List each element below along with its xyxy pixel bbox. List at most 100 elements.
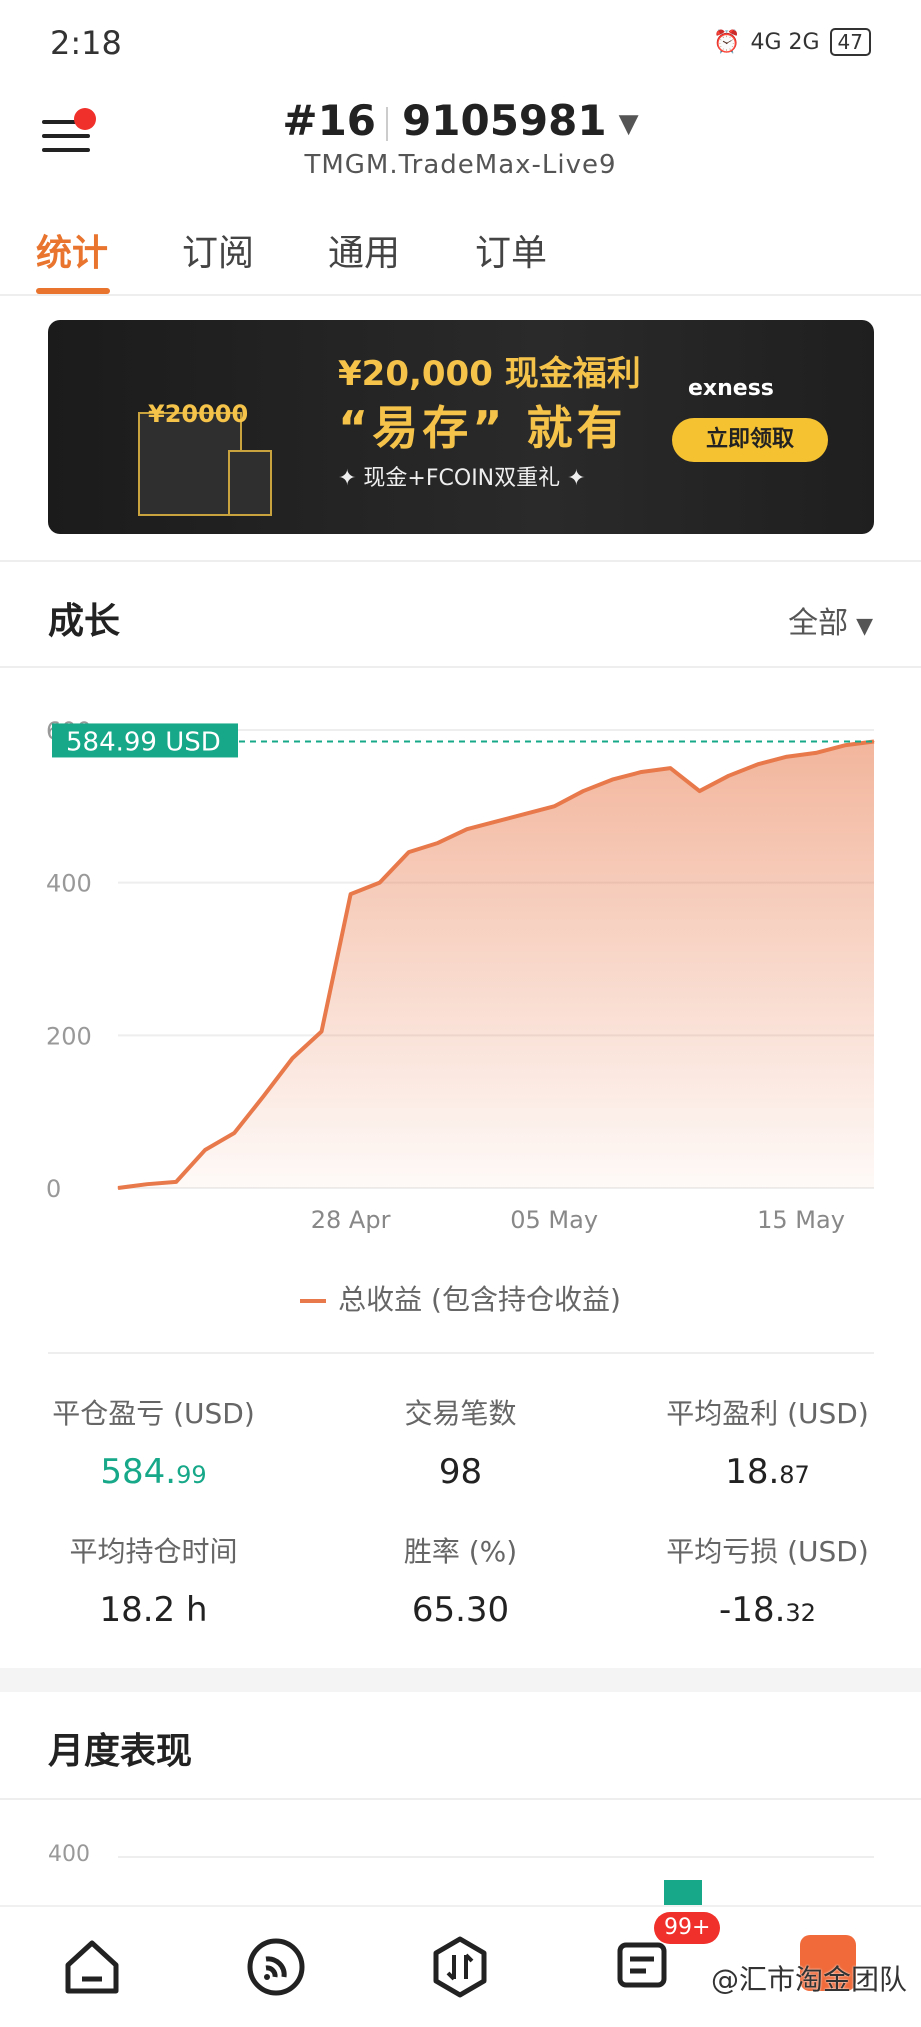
chart-point bbox=[728, 775, 730, 777]
legend-label: 总收益 (包含持仓收益) bbox=[338, 1283, 621, 1316]
account-prefix: #16 bbox=[282, 96, 377, 145]
battery-icon: 47 bbox=[829, 28, 871, 56]
tab-orders[interactable]: 订单 bbox=[475, 224, 547, 276]
chart-point bbox=[582, 790, 584, 792]
chart-point bbox=[291, 1057, 293, 1059]
growth-title: 成长 bbox=[48, 601, 121, 642]
exness-logo: exness bbox=[688, 376, 774, 401]
promo-banner[interactable]: ¥20000 ¥20,000 现金福利 “易存” 就有 ✦ 现金+FCOIN双重… bbox=[48, 320, 874, 534]
stat-value: 584.99 bbox=[0, 1452, 307, 1492]
stat-value-main: 65.30 bbox=[411, 1590, 510, 1630]
chart-point bbox=[204, 1149, 206, 1151]
chart-area bbox=[118, 741, 874, 1188]
divider bbox=[0, 560, 921, 562]
stat-item: 平均盈利 (USD) 18.87 bbox=[614, 1392, 921, 1492]
range-filter-label: 全部 bbox=[788, 606, 849, 641]
chart-point bbox=[321, 1031, 323, 1033]
signal-icon: 4G 2G bbox=[750, 29, 820, 55]
chart-point bbox=[379, 882, 381, 884]
banner-headline: “易存” 就有 bbox=[338, 401, 627, 455]
message-badge: 99+ bbox=[654, 1912, 721, 1944]
stat-value: -18.32 bbox=[614, 1590, 921, 1630]
account-number: 9105981 bbox=[402, 96, 607, 145]
active-tab-indicator bbox=[36, 288, 110, 294]
stat-label: 平均盈利 (USD) bbox=[666, 1397, 869, 1430]
stat-value: 98 bbox=[307, 1452, 614, 1492]
chart-point bbox=[844, 744, 846, 746]
tab-general[interactable]: 通用 bbox=[328, 224, 400, 276]
stat-value: 18.87 bbox=[614, 1452, 921, 1492]
section-gap bbox=[0, 1668, 921, 1692]
tab-bar: 统计 订阅 通用 订单 bbox=[0, 220, 921, 296]
status-icons: ⏰ 4G 2G 47 bbox=[713, 28, 871, 56]
server-name: TMGM.TradeMax-Live9 bbox=[304, 150, 617, 180]
chart-point bbox=[437, 842, 439, 844]
banner-amount: ¥20,000 现金福利 bbox=[338, 354, 641, 394]
trade-icon[interactable] bbox=[428, 1935, 492, 1999]
chart-point bbox=[524, 813, 526, 815]
account-selector[interactable]: #16 9105981 ▼ bbox=[0, 96, 921, 145]
monthly-gridline bbox=[118, 1856, 874, 1858]
divider bbox=[0, 1798, 921, 1800]
chart-point bbox=[757, 763, 759, 765]
current-value-label: 584.99 USD bbox=[66, 727, 221, 757]
chart-point bbox=[553, 805, 555, 807]
stat-item: 平仓盈亏 (USD) 584.99 bbox=[0, 1392, 307, 1492]
chart-x-tick: 05 May bbox=[510, 1206, 598, 1234]
legend-swatch bbox=[300, 1299, 327, 1303]
gift-icon bbox=[228, 450, 272, 516]
stat-label: 胜率 (%) bbox=[403, 1535, 518, 1568]
chart-point bbox=[146, 1183, 148, 1185]
claim-button[interactable]: 立即领取 bbox=[672, 418, 828, 462]
home-icon[interactable] bbox=[60, 1935, 124, 1999]
stat-item: 交易笔数 98 bbox=[307, 1392, 614, 1492]
chart-point bbox=[262, 1095, 264, 1097]
stat-value-main: 98 bbox=[438, 1452, 483, 1492]
stat-value: 65.30 bbox=[307, 1590, 614, 1630]
chart-point bbox=[350, 893, 352, 895]
chevron-down-icon: ▼ bbox=[856, 614, 873, 639]
chart-point bbox=[466, 828, 468, 830]
stat-value-decimal: 99 bbox=[176, 1461, 207, 1489]
growth-chart[interactable]: 0200400600584.99 USD28 Apr05 May15 May bbox=[0, 700, 921, 1260]
stat-item: 平均持仓时间 18.2 h bbox=[0, 1530, 307, 1630]
banner-subtitle: ✦ 现金+FCOIN双重礼 ✦ bbox=[338, 466, 586, 491]
stat-value-main: 584. bbox=[100, 1452, 177, 1492]
chart-point bbox=[233, 1132, 235, 1134]
chart-point bbox=[815, 752, 817, 754]
chart-legend: 总收益 (包含持仓收益) bbox=[0, 1278, 921, 1318]
chart-point bbox=[669, 767, 671, 769]
chart-point bbox=[640, 771, 642, 773]
stat-item: 平均亏损 (USD) -18.32 bbox=[614, 1530, 921, 1630]
chart-point bbox=[699, 790, 701, 792]
stat-value-decimal: 32 bbox=[785, 1599, 816, 1627]
divider bbox=[48, 1352, 874, 1354]
stat-value: 18.2 h bbox=[0, 1590, 307, 1630]
range-filter[interactable]: 全部 ▼ bbox=[788, 598, 873, 642]
stat-item: 胜率 (%) 65.30 bbox=[307, 1530, 614, 1630]
tab-stats[interactable]: 统计 bbox=[36, 224, 108, 276]
gift-label: ¥20000 bbox=[148, 400, 249, 428]
watermark: @汇市淘金团队 bbox=[710, 1963, 907, 1996]
divider bbox=[0, 666, 921, 668]
chart-y-tick: 200 bbox=[46, 1022, 92, 1050]
messages-icon[interactable] bbox=[612, 1935, 676, 1999]
stat-label: 交易笔数 bbox=[404, 1397, 517, 1430]
chart-point bbox=[495, 821, 497, 823]
alarm-icon: ⏰ bbox=[713, 29, 741, 55]
monthly-title: 月度表现 bbox=[48, 1731, 193, 1772]
chart-x-tick: 15 May bbox=[757, 1206, 845, 1234]
chart-point bbox=[873, 740, 875, 742]
stat-value-main: 18.2 h bbox=[99, 1590, 208, 1630]
tab-subscribe[interactable]: 订阅 bbox=[182, 224, 254, 276]
chart-x-tick: 28 Apr bbox=[311, 1206, 391, 1234]
stat-value-decimal: 87 bbox=[779, 1461, 810, 1489]
stat-label: 平均亏损 (USD) bbox=[666, 1535, 869, 1568]
chart-point bbox=[175, 1181, 177, 1183]
signal-feed-icon[interactable] bbox=[244, 1935, 308, 1999]
monthly-bar[interactable] bbox=[664, 1880, 702, 1906]
chart-point bbox=[611, 779, 613, 781]
stat-label: 平均持仓时间 bbox=[69, 1535, 238, 1568]
monthly-y-tick: 400 bbox=[48, 1842, 90, 1867]
chart-y-tick: 0 bbox=[46, 1175, 61, 1203]
